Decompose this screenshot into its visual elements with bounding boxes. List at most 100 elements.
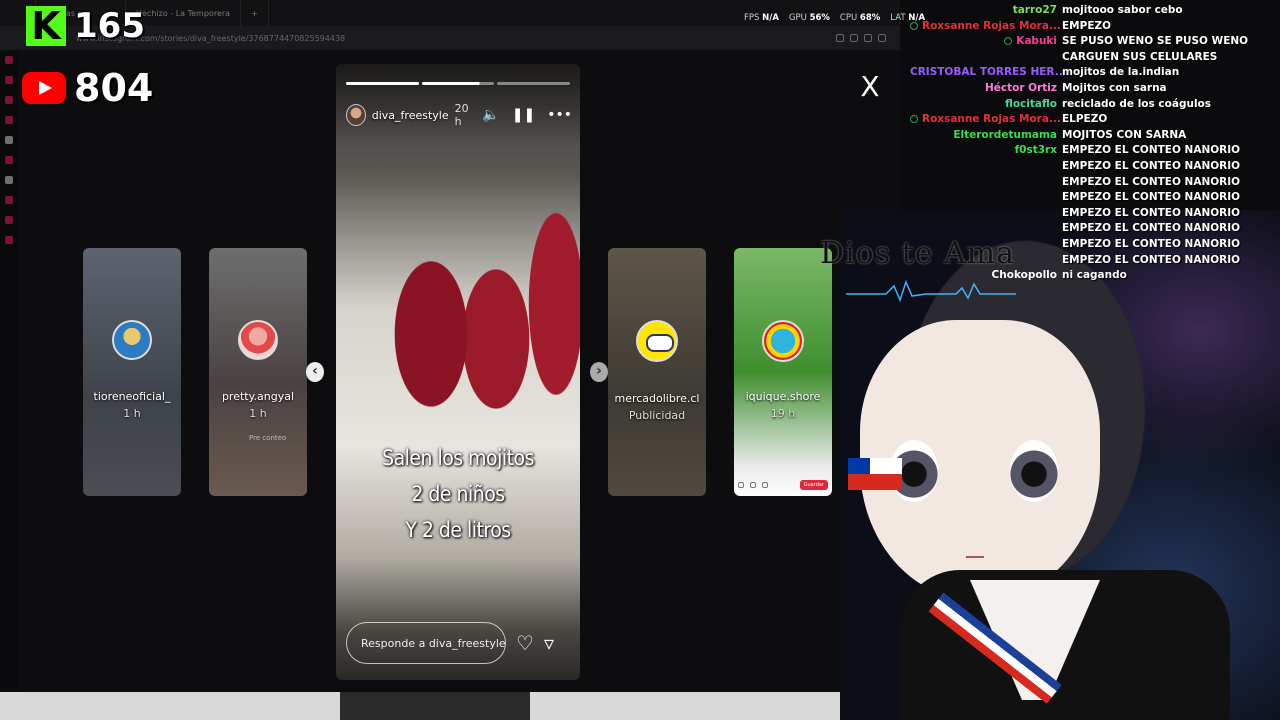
story-card-tag: Pre conteo (249, 434, 287, 442)
youtube-viewer-counter: 804 (22, 66, 153, 110)
story-card-time: 19 h (770, 407, 796, 420)
fps-readout: FPS N/A (744, 13, 779, 23)
mini-action-row: Guardar (738, 480, 828, 490)
extension-icon[interactable] (836, 34, 844, 42)
chat-username-text: tarro27 (1012, 4, 1057, 16)
story-progress-bar (346, 82, 571, 85)
save-button[interactable]: Guardar (799, 480, 828, 490)
bookmark-icon[interactable] (850, 34, 858, 42)
chat-message-text: EMPEZO EL CONTEO NANORIO EMPEZO EL CONTE… (1062, 144, 1241, 266)
sidebar-app-icon[interactable] (5, 156, 13, 164)
chat-username[interactable]: Chokopollo (910, 268, 1062, 284)
story-avatar[interactable] (346, 104, 366, 126)
youtube-viewer-count: 804 (74, 66, 154, 110)
caption-line: 2 de niños (411, 482, 505, 506)
progress-segment (346, 82, 419, 85)
progress-segment (421, 82, 495, 85)
chat-message: Roxsanne Rojas Mora... ELPEZO (910, 112, 1274, 128)
chat-username[interactable]: CRISTOBAL TORRES HER... (910, 65, 1062, 81)
caption-line: Y 2 de litros (405, 518, 511, 542)
new-tab-icon[interactable]: + (241, 0, 269, 26)
chat-message-text: ni cagando (1062, 269, 1127, 282)
sidebar-app-icon[interactable] (5, 56, 13, 64)
send-icon[interactable]: ▿ (544, 631, 554, 655)
chat-username[interactable]: tarro27 (910, 3, 1062, 19)
next-story-button[interactable]: › (590, 362, 608, 382)
chat-message-text: MOJITOS CON SARNA (1062, 128, 1187, 141)
chat-message-text: Mojitos con sarna (1062, 81, 1167, 94)
story-card-username: tioreneoficial_ (93, 390, 171, 403)
progress-segment (497, 82, 571, 85)
story-avatar (112, 320, 152, 360)
performance-overlay: FPS N/A GPU 56% CPU 68% LAT N/A (744, 13, 925, 23)
browser-toolbar-icons (836, 34, 900, 42)
kick-viewer-count: 165 (74, 6, 145, 46)
sidebar-app-icon[interactable] (5, 116, 13, 124)
sidebar-app-icon[interactable] (5, 136, 13, 144)
chat-username[interactable]: flocitaflo (910, 97, 1062, 113)
story-card-username: pretty.angyal (221, 390, 295, 403)
chat-username-text: Elterordetumama (953, 128, 1057, 141)
story-card-mercadolibre[interactable]: mercadolibre.cl Publicidad (608, 248, 706, 496)
chat-username-text: Roxsanne Rojas Mora... (922, 113, 1061, 126)
sponsored-label: Publicidad (628, 409, 686, 422)
menu-icon[interactable] (878, 34, 886, 42)
story-time: 20 h (454, 102, 469, 128)
chat-message-text: ELPEZO (1062, 113, 1108, 126)
story-header: diva_freestyle 20 h 🔈 ❚❚ ••• (346, 102, 572, 128)
more-options-icon[interactable]: ••• (547, 108, 572, 122)
chat-username[interactable]: Kabuki (910, 34, 1062, 50)
chat-message: Héctor Ortiz Mojitos con sarna (910, 81, 1274, 97)
reply-input[interactable] (346, 622, 506, 664)
stream-screen: istorias • Hechizo - La Temporera + www.… (0, 0, 1280, 720)
subscriber-badge-icon (910, 115, 918, 124)
chat-username[interactable]: Elterordetumama (910, 128, 1062, 144)
chat-overlay: tarro27 mojitooo sabor cebo Roxsanne Rojas… (900, 0, 1280, 281)
sidebar-app-icon[interactable] (5, 196, 13, 204)
youtube-logo-icon (22, 72, 66, 104)
pause-icon[interactable]: ❚❚ (512, 108, 535, 122)
story-avatar (238, 320, 278, 360)
previous-story-button[interactable]: ‹ (306, 362, 324, 382)
active-story[interactable]: diva_freestyle 20 h 🔈 ❚❚ ••• Salen los m… (336, 64, 580, 680)
avatar-mouth (966, 552, 984, 558)
chat-username[interactable]: f0st3rx (910, 143, 1062, 159)
mercadolibre-logo (636, 320, 678, 362)
chat-username[interactable]: Roxsanne Rojas Mora... (910, 112, 1062, 128)
story-card-iquique-shore[interactable]: iquique.shore 19 h Guardar (734, 248, 832, 496)
sidebar-app-icon[interactable] (5, 96, 13, 104)
sidebar-rail (0, 50, 18, 690)
chat-username-text: Héctor Ortiz (984, 81, 1057, 94)
subscriber-badge-icon (1004, 37, 1013, 46)
chat-username-text: flocitaflo (1005, 97, 1057, 110)
chat-message: Chokopollo ni cagando (910, 268, 1274, 284)
like-heart-icon[interactable]: ♡ (516, 631, 534, 655)
heart-icon[interactable] (738, 482, 744, 488)
subscriber-badge-icon (910, 21, 918, 30)
story-caption: Salen los mojitos 2 de niños Y 2 de litr… (336, 440, 580, 548)
bottom-strip-shadow (340, 692, 530, 720)
chat-username[interactable]: Roxsanne Rojas Mora... (910, 19, 1062, 35)
url-text[interactable]: www.instagram.com/stories/diva_freestyle… (76, 34, 836, 43)
chat-username-text: Chokopollo (991, 269, 1057, 282)
story-avatar (762, 320, 804, 362)
chat-message: f0st3rx EMPEZO EL CONTEO NANORIO EMPEZO E… (910, 143, 1274, 268)
sidebar-app-icon[interactable] (5, 176, 13, 184)
chat-message: flocitaflo reciclado de los coágulos (910, 97, 1274, 113)
download-icon[interactable] (864, 34, 872, 42)
chat-username[interactable]: Héctor Ortiz (910, 81, 1062, 97)
chat-message: CRISTOBAL TORRES HER... mojitos de la.ind… (910, 65, 1274, 81)
story-card-tioreneoficial[interactable]: tioreneoficial_ 1 h (83, 248, 181, 496)
sidebar-app-icon[interactable] (5, 216, 13, 224)
story-card-time: 1 h (249, 407, 267, 420)
volume-icon[interactable]: 🔈 (482, 108, 499, 122)
sidebar-app-icon[interactable] (5, 76, 13, 84)
kick-logo-icon: K (26, 6, 66, 46)
share-icon[interactable] (762, 482, 768, 488)
story-username[interactable]: diva_freestyle (372, 109, 449, 122)
close-viewer-button[interactable]: X (856, 72, 884, 102)
comment-icon[interactable] (750, 482, 756, 488)
story-card-username: iquique.shore (745, 390, 821, 403)
sidebar-app-icon[interactable] (5, 236, 13, 244)
story-card-pretty-angyal[interactable]: pretty.angyal 1 h Pre conteo (209, 248, 307, 496)
